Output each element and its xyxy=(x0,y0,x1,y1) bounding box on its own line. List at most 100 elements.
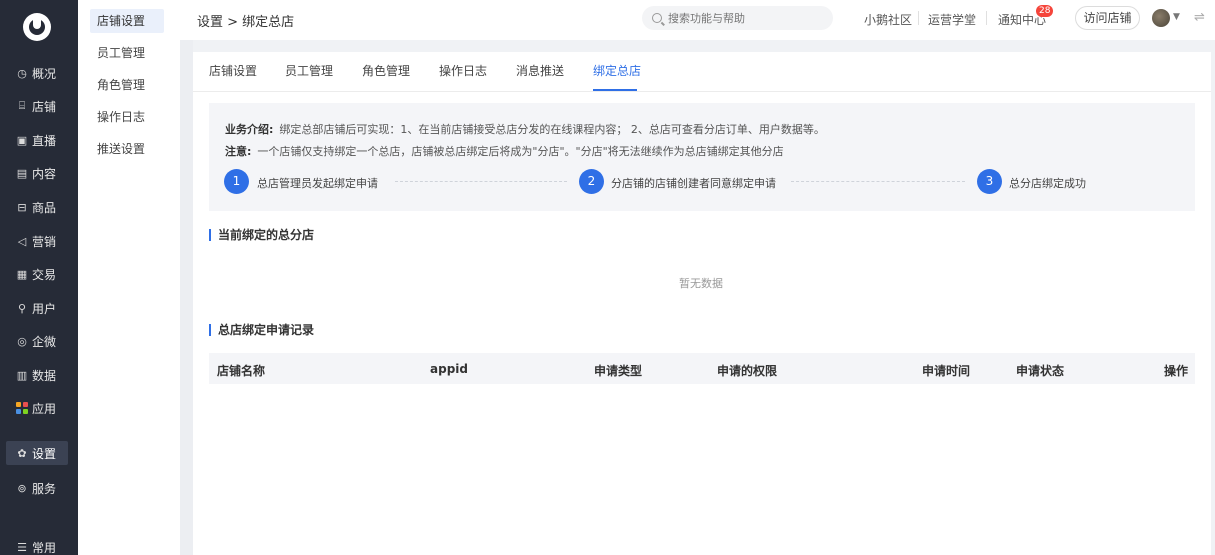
nav-item-user[interactable]: ⚲ 用户 xyxy=(6,296,68,320)
breadcrumb: 设置 > 绑定总店 xyxy=(197,15,295,30)
nav-label: 商品 xyxy=(32,200,57,215)
nav-label: 店铺 xyxy=(32,99,57,114)
col-store-name: 店铺名称 xyxy=(217,364,266,378)
intro-business: 业务介绍: 绑定总部店铺后可实现：1、在当前店铺接受总店分发的在线课程内容； 2、… xyxy=(225,121,825,137)
current-bind-title: 当前绑定的总分店 xyxy=(209,229,314,241)
intro-note: 注意: 一个店铺仅支持绑定一个总店，店铺被总店绑定后将成为"分店"。"分店"将无法… xyxy=(225,143,784,159)
nav-item-live[interactable]: ▣ 直播 xyxy=(6,128,68,152)
search-box[interactable] xyxy=(642,6,833,30)
intro-note-label: 注意: xyxy=(225,145,252,158)
apps-icon xyxy=(16,402,28,414)
step-1-text: 总店管理员发起绑定申请 xyxy=(257,177,378,190)
nav-item-service[interactable]: ⊚ 服务 xyxy=(6,476,68,500)
academy-link[interactable]: 运营学堂 xyxy=(928,11,976,28)
switch-icon[interactable]: ⇌ xyxy=(1194,10,1205,25)
intro-business-text: 绑定总部店铺后可实现：1、在当前店铺接受总店分发的在线课程内容； 2、总店可查看… xyxy=(279,123,825,136)
tab-bar: 店铺设置 员工管理 角色管理 操作日志 消息推送 绑定总店 xyxy=(193,52,1211,92)
nav-item-overview[interactable]: ◷ 概况 xyxy=(6,61,68,85)
top-header: 设置 > 绑定总店 小鹅社区 运营学堂 通知中心 28 访问店铺 ▼ ⇌ xyxy=(180,0,1215,40)
goods-icon: ⊟ xyxy=(17,200,27,214)
data-icon: ▥ xyxy=(16,368,28,382)
tab-logs[interactable]: 操作日志 xyxy=(439,62,487,79)
search-input[interactable] xyxy=(668,11,818,25)
tab-push[interactable]: 消息推送 xyxy=(516,62,564,79)
tab-staff[interactable]: 员工管理 xyxy=(285,62,333,79)
user-icon: ⚲ xyxy=(17,301,27,315)
subnav-item-push[interactable]: 推送设置 xyxy=(90,137,164,161)
step-2-text: 分店铺的店铺创建者同意绑定申请 xyxy=(611,177,776,190)
main-nav: ◷ 概况 ⌸ 店铺 ▣ 直播 ▤ 内容 ⊟ 商品 ◁ 营销 ▦ 交易 ⚲ 用户 ◎ 企微 ▥ 数据 … xyxy=(0,0,78,555)
step-3-text: 总分店绑定成功 xyxy=(1009,177,1086,190)
nav-label: 应用 xyxy=(32,401,57,416)
nav-item-settings[interactable]: ✿ 设置 xyxy=(6,441,68,465)
records-title: 总店绑定申请记录 xyxy=(209,324,314,336)
nav-label: 数据 xyxy=(32,368,57,383)
trade-icon: ▦ xyxy=(16,267,28,281)
step-3-circle: 3 xyxy=(977,169,1002,194)
nav-item-data[interactable]: ▥ 数据 xyxy=(6,363,68,387)
col-apply-time: 申请时间 xyxy=(922,364,971,378)
service-icon: ⊚ xyxy=(17,481,27,495)
nav-label: 企微 xyxy=(32,334,57,349)
step-2-circle: 2 xyxy=(579,169,604,194)
records-table-header: 店铺名称 appid 申请类型 申请的权限 申请时间 申请状态 操作 xyxy=(209,353,1195,384)
subnav-item-store-settings[interactable]: 店铺设置 xyxy=(90,9,164,33)
nav-item-goods[interactable]: ⊟ 商品 xyxy=(6,195,68,219)
live-icon: ▣ xyxy=(16,133,28,147)
store-icon: ⌸ xyxy=(18,99,26,112)
nav-item-content[interactable]: ▤ 内容 xyxy=(6,161,68,185)
document-icon: ▤ xyxy=(16,166,28,180)
nav-label: 设置 xyxy=(32,446,57,461)
nav-item-common[interactable]: ☰ 常用 xyxy=(6,535,68,555)
sub-sidebar: 店铺设置 员工管理 角色管理 操作日志 推送设置 xyxy=(78,0,180,555)
col-actions: 操作 xyxy=(1164,364,1189,378)
gear-icon: ✿ xyxy=(17,446,27,460)
logo-icon[interactable] xyxy=(23,13,51,41)
col-permissions: 申请的权限 xyxy=(717,364,778,378)
tab-bind-hq[interactable]: 绑定总店 xyxy=(593,62,641,79)
step-connector xyxy=(395,181,567,182)
nav-label: 内容 xyxy=(32,166,57,181)
empty-state: 暂无数据 xyxy=(679,277,723,290)
step-1-circle: 1 xyxy=(224,169,249,194)
nav-label: 用户 xyxy=(32,301,57,316)
nav-item-apps[interactable]: 应用 xyxy=(6,396,68,420)
col-appid: appid xyxy=(430,362,468,376)
intro-panel: 业务介绍: 绑定总部店铺后可实现：1、在当前店铺接受总店分发的在线课程内容； 2、… xyxy=(209,103,1195,211)
subnav-item-logs[interactable]: 操作日志 xyxy=(90,105,164,129)
search-icon xyxy=(652,13,662,23)
nav-item-store[interactable]: ⌸ 店铺 xyxy=(6,94,68,118)
nav-item-trade[interactable]: ▦ 交易 xyxy=(6,262,68,286)
menu-icon: ☰ xyxy=(17,540,27,554)
divider xyxy=(918,11,919,25)
wecom-icon: ◎ xyxy=(17,334,27,348)
subnav-item-roles[interactable]: 角色管理 xyxy=(90,73,164,97)
visit-store-button[interactable]: 访问店铺 xyxy=(1075,6,1140,30)
subnav-item-staff[interactable]: 员工管理 xyxy=(90,41,164,65)
divider xyxy=(986,11,987,25)
intro-note-text: 一个店铺仅支持绑定一个总店，店铺被总店绑定后将成为"分店"。"分店"将无法继续作… xyxy=(257,145,784,158)
nav-item-wecom[interactable]: ◎ 企微 xyxy=(6,329,68,353)
nav-label: 直播 xyxy=(32,133,57,148)
chevron-down-icon[interactable]: ▼ xyxy=(1173,12,1180,22)
clock-icon: ◷ xyxy=(17,66,27,80)
nav-item-marketing[interactable]: ◁ 营销 xyxy=(6,229,68,253)
step-connector xyxy=(791,181,965,182)
col-status: 申请状态 xyxy=(1016,364,1065,378)
nav-label: 营销 xyxy=(32,234,57,249)
col-apply-type: 申请类型 xyxy=(594,364,643,378)
nav-label: 常用 xyxy=(32,540,57,555)
notification-badge: 28 xyxy=(1036,5,1054,17)
avatar[interactable] xyxy=(1152,9,1170,27)
active-tab-indicator xyxy=(593,89,637,91)
megaphone-icon: ◁ xyxy=(17,234,27,248)
nav-label: 交易 xyxy=(32,267,57,282)
nav-label: 概况 xyxy=(32,66,57,81)
tab-roles[interactable]: 角色管理 xyxy=(362,62,410,79)
main-card: 店铺设置 员工管理 角色管理 操作日志 消息推送 绑定总店 业务介绍: 绑定总部店… xyxy=(193,52,1211,555)
divider-strip xyxy=(180,40,193,555)
nav-label: 服务 xyxy=(32,481,57,496)
intro-business-label: 业务介绍: xyxy=(225,123,274,136)
tab-store-settings[interactable]: 店铺设置 xyxy=(209,62,257,79)
community-link[interactable]: 小鹅社区 xyxy=(864,11,912,28)
